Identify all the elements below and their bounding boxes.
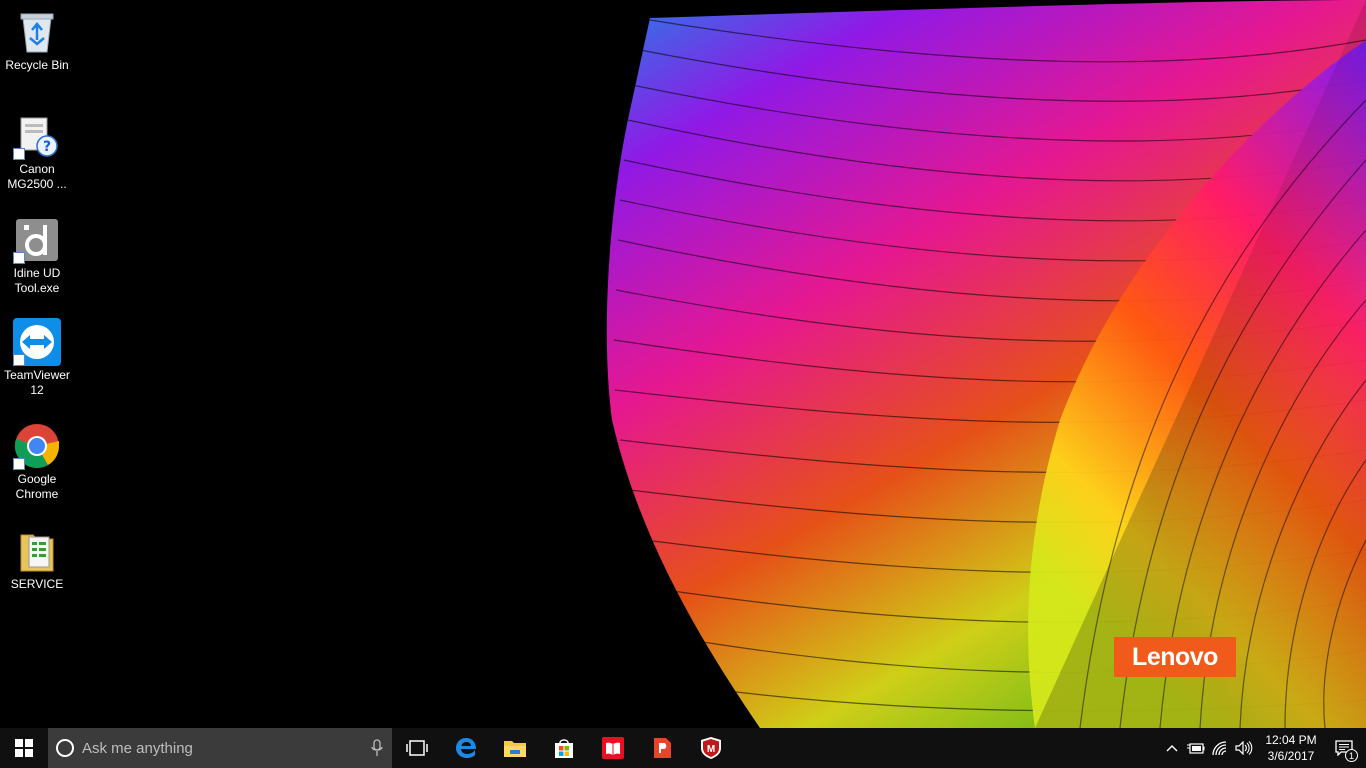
desktop-icon-idine-ud-tool[interactable]: Idine UD Tool.exe (0, 216, 74, 296)
notification-count-badge: 1 (1345, 749, 1358, 762)
recycle-bin-icon (13, 8, 61, 56)
desktop-icon-canon-mg2500[interactable]: ? Canon MG2500 ... (0, 112, 74, 192)
file-explorer-button[interactable] (490, 728, 539, 768)
cortana-search-box[interactable]: Ask me anything (48, 728, 392, 768)
shortcut-arrow-icon (13, 458, 25, 470)
spreadsheet-folder-icon (13, 527, 61, 575)
cortana-icon (56, 739, 74, 757)
shortcut-arrow-icon (13, 354, 25, 366)
reader-button[interactable] (588, 728, 637, 768)
power-button[interactable] (1184, 728, 1208, 768)
desktop-icon-label: TeamViewer 12 (4, 368, 70, 397)
show-hidden-icons-button[interactable] (1160, 728, 1184, 768)
shortcut-arrow-icon (13, 148, 25, 160)
wifi-icon (1212, 741, 1227, 756)
lenovo-logo: Lenovo (1114, 637, 1236, 677)
svg-text:?: ? (43, 139, 51, 155)
shortcut-arrow-icon (13, 252, 25, 264)
windows-logo-icon (15, 739, 33, 757)
store-icon (554, 739, 573, 758)
edge-icon (455, 738, 476, 758)
battery-plugged-icon (1187, 743, 1205, 754)
desktop-icon-label: Recycle Bin (5, 58, 69, 72)
microphone-icon[interactable] (362, 739, 392, 757)
speaker-icon (1235, 741, 1253, 755)
docs-app-icon (653, 738, 671, 758)
desktop-icon-label: Idine UD Tool.exe (13, 266, 61, 295)
desktop-icon-google-chrome[interactable]: Google Chrome (0, 422, 74, 502)
desktop-icon-label: Google Chrome (15, 472, 59, 501)
teamviewer-icon (13, 318, 61, 366)
chrome-icon (13, 422, 61, 470)
task-view-button[interactable] (392, 728, 441, 768)
system-tray: 12:04 PM 3/6/2017 1 (1160, 728, 1366, 768)
action-center-button[interactable]: 1 (1322, 728, 1366, 768)
idine-app-icon (13, 216, 61, 264)
reader-icon (601, 737, 624, 759)
search-placeholder: Ask me anything (82, 739, 193, 757)
svg-text:M: M (706, 744, 714, 755)
file-explorer-icon (503, 741, 526, 757)
desktop-icon-label: Canon MG2500 ... (7, 162, 67, 191)
store-button[interactable] (539, 728, 588, 768)
task-view-icon (405, 740, 428, 756)
mcafee-button[interactable]: M (686, 728, 735, 768)
desktop[interactable]: Recycle Bin ? Canon MG2500 ... Idine UD … (0, 0, 1366, 728)
desktop-icon-service[interactable]: SERVICE (0, 527, 74, 592)
docs-app-button[interactable] (637, 728, 686, 768)
wallpaper-feather (606, 0, 1366, 728)
desktop-icon-label: SERVICE (10, 577, 64, 591)
chevron-up-icon (1166, 745, 1178, 752)
network-button[interactable] (1208, 728, 1232, 768)
clock[interactable]: 12:04 PM 3/6/2017 (1260, 728, 1322, 768)
desktop-icon-teamviewer[interactable]: TeamViewer 12 (0, 318, 74, 398)
canon-printer-help-icon: ? (13, 112, 61, 160)
desktop-icon-recycle-bin[interactable]: Recycle Bin (0, 8, 74, 73)
edge-button[interactable] (441, 728, 490, 768)
clock-date: 3/6/2017 (1267, 749, 1315, 763)
mcafee-icon: M (700, 737, 721, 759)
volume-button[interactable] (1232, 728, 1256, 768)
clock-time: 12:04 PM (1265, 733, 1317, 747)
taskbar: Ask me anything M 12:04 PM 3/6/2017 1 (0, 728, 1366, 768)
start-button[interactable] (0, 728, 48, 768)
